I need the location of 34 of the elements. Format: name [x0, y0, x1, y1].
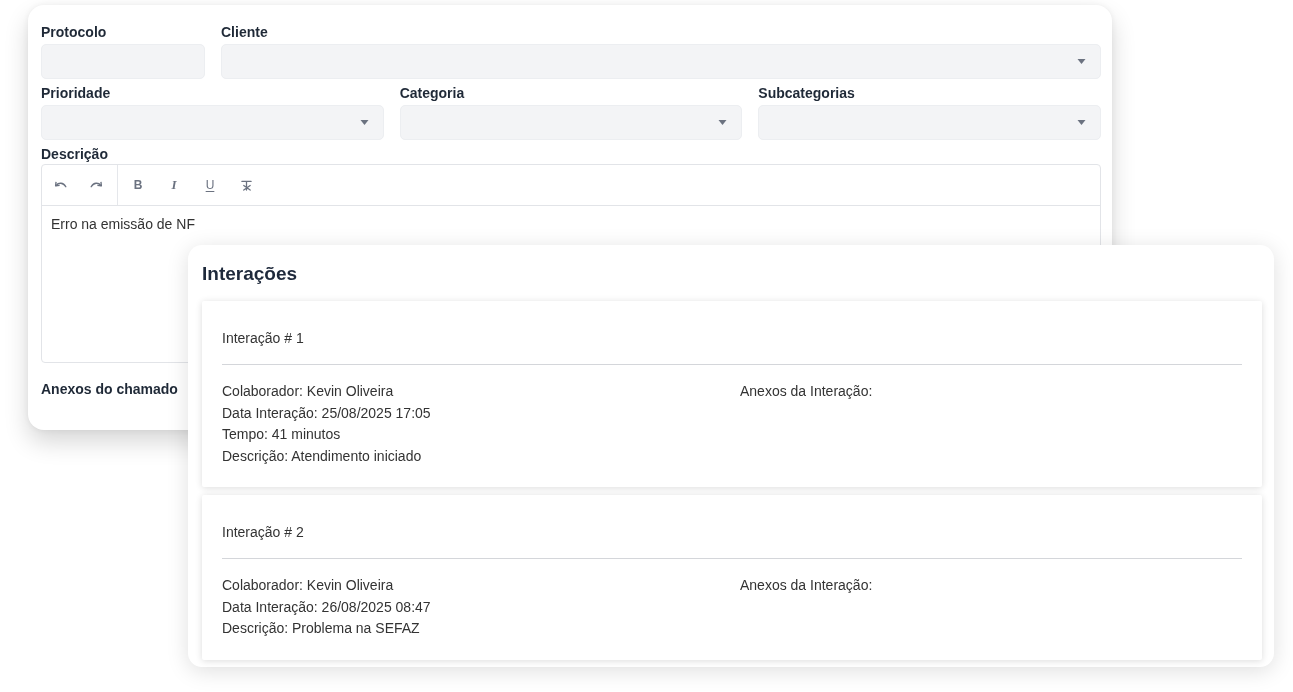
interaction-title: Interação # 1: [222, 330, 304, 347]
caret-icon: [1077, 59, 1086, 64]
redo-icon: [89, 181, 103, 189]
attachments-label: Anexos do chamado: [41, 381, 178, 398]
detail-text: Colaborador: Kevin Oliveira: [222, 576, 394, 595]
field-label: Subcategorias: [758, 85, 855, 102]
attachments-label: Anexos da Interação:: [740, 576, 873, 595]
detail-text: Descrição: Problema na SEFAZ: [222, 619, 420, 638]
italic-button[interactable]: I: [160, 173, 188, 197]
bold-button[interactable]: B: [124, 173, 152, 197]
undo-icon: [53, 181, 67, 189]
select-field[interactable]: [41, 105, 384, 140]
field-label: Categoria: [399, 85, 465, 102]
select-field[interactable]: [399, 105, 743, 140]
field-label: Descrição: [41, 146, 108, 163]
detail-text: Tempo: 41 minutos: [222, 425, 341, 444]
underline-button[interactable]: U: [196, 173, 224, 197]
detail-text: Data Interação: 26/08/2025 08:47: [222, 597, 431, 617]
detail-text: Colaborador: Kevin Oliveira: [222, 382, 394, 401]
detail-text: Descrição: Atendimento iniciado: [222, 446, 422, 466]
caret-icon: [359, 120, 369, 125]
clear-format-icon: [240, 179, 252, 191]
select-field[interactable]: [221, 44, 1101, 79]
field-label: Protocolo: [41, 24, 107, 41]
caret-icon: [1077, 120, 1086, 125]
field-label: Cliente: [221, 24, 268, 41]
interaction-title: Interação # 2: [222, 524, 304, 541]
caret-icon: [718, 120, 728, 125]
editor-field[interactable]: Erro na emissão de NF: [42, 206, 1100, 244]
select-field[interactable]: [758, 105, 1101, 140]
field-label: Prioridade: [41, 85, 111, 102]
detail-text: Data Interação: 25/08/2025 17:05: [222, 403, 431, 423]
attachments-label: Anexos da Interação:: [740, 382, 873, 401]
panel-title: Interações: [202, 262, 298, 286]
